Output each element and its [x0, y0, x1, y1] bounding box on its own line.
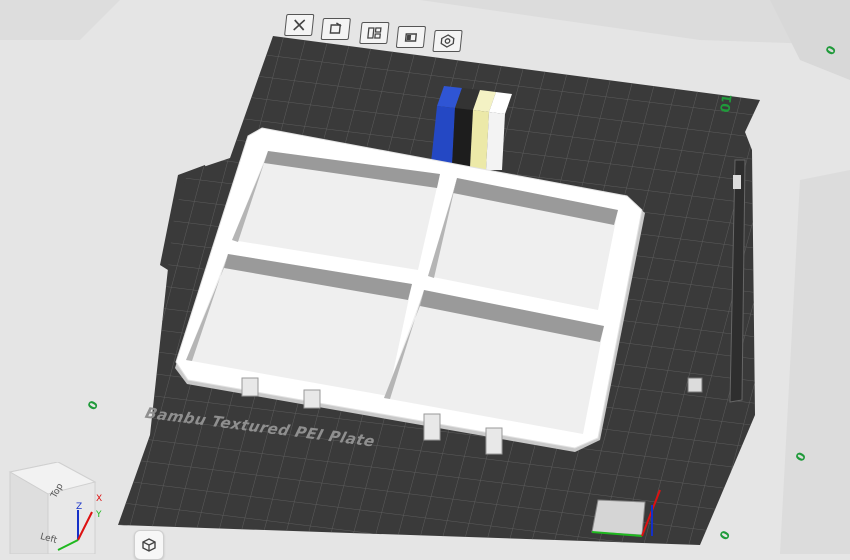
3d-viewport[interactable]: 0 0 0 0 Bambu Textured PEI Plate 01 Top … [0, 0, 850, 560]
gear-icon [440, 34, 455, 48]
plate-number: 01 [718, 93, 736, 114]
delete-plate-button[interactable] [284, 14, 315, 36]
view-cube[interactable]: Top Left Z X Y [0, 461, 110, 555]
plate-settings-button[interactable] [432, 30, 463, 52]
lock-plate-button[interactable] [395, 26, 427, 48]
lock-icon [404, 33, 418, 42]
svg-text:0: 0 [717, 528, 733, 542]
neighbor-plate-left [0, 0, 120, 40]
axis-x-label: X [96, 494, 103, 504]
cube-fit-icon [142, 538, 156, 552]
axis-y-label: Y [96, 510, 102, 520]
arrange-icon [367, 27, 382, 39]
svg-text:0: 0 [85, 398, 101, 412]
fit-view-button[interactable] [134, 530, 164, 560]
neighbor-plate-right [780, 170, 850, 554]
plate-toolbar [278, 10, 472, 52]
arrange-plate-button[interactable] [359, 22, 390, 44]
scene[interactable]: 0 0 0 0 [0, 0, 850, 554]
axis-z-label: Z [76, 502, 83, 512]
prime-tower[interactable] [431, 86, 512, 170]
orient-icon [329, 22, 342, 34]
orient-plate-button[interactable] [320, 18, 351, 40]
close-icon [293, 19, 306, 31]
